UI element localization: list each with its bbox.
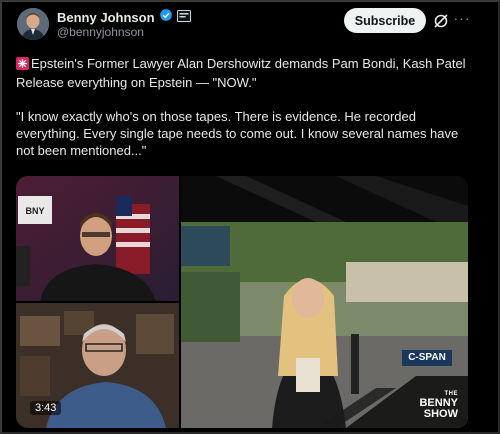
benny-show-logo-main: BENNY SHOW	[419, 397, 458, 420]
more-options-icon[interactable]: ···	[452, 8, 472, 28]
svg-text:BNY: BNY	[25, 206, 44, 216]
tweet-paragraph-1: Epstein's Former Lawyer Alan Dershowitz …	[16, 55, 466, 91]
cspan-network-logo: C-SPAN	[402, 350, 452, 366]
tweet-paragraph-1-text: Epstein's Former Lawyer Alan Dershowitz …	[16, 56, 466, 90]
author-name[interactable]: Benny Johnson	[57, 10, 155, 25]
benny-show-logo: THE BENNY SHOW	[396, 390, 458, 420]
avatar[interactable]	[17, 8, 49, 40]
subscribe-button[interactable]: Subscribe	[344, 8, 426, 33]
siren-emoji-icon	[16, 57, 29, 74]
video-duration: 3:43	[30, 401, 62, 415]
affiliate-badge-icon	[176, 9, 191, 27]
author-handle[interactable]: @bennyjohnson	[57, 25, 144, 39]
grok-icon[interactable]	[431, 11, 451, 31]
verified-badge-icon	[159, 8, 173, 27]
tweet-paragraph-2: "I know exactly who's on those tapes. Th…	[16, 109, 459, 158]
tweet-text: Epstein's Former Lawyer Alan Dershowitz …	[16, 55, 466, 159]
